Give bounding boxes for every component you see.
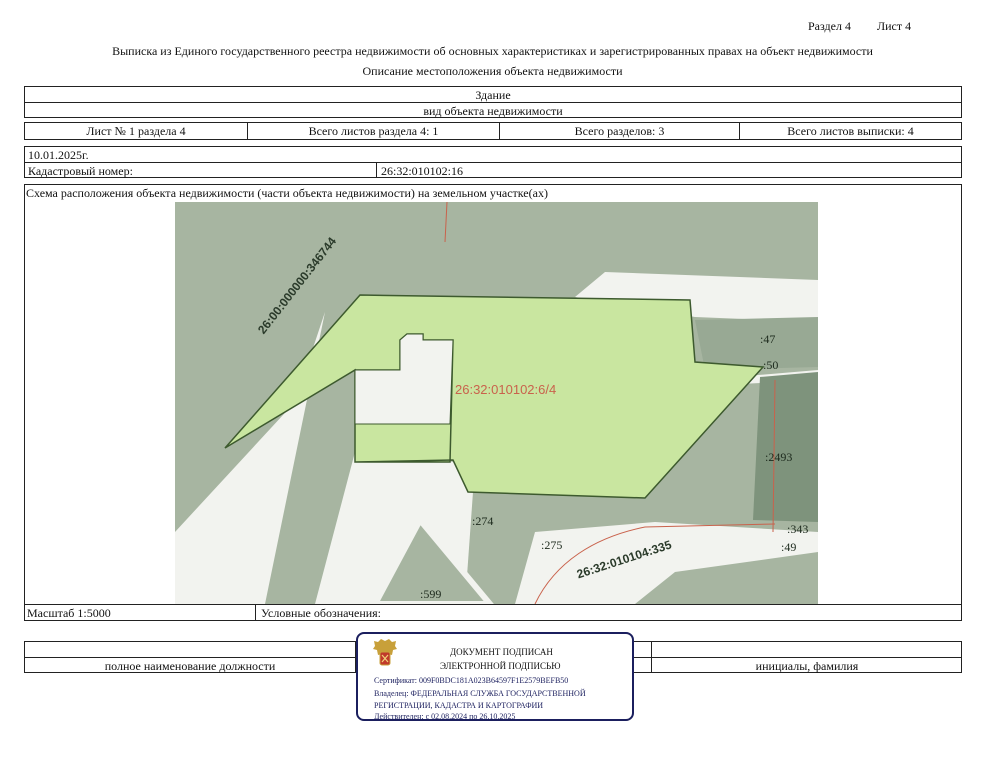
position-caption: полное наименование должности (104, 659, 276, 673)
label-47: :47 (760, 332, 776, 346)
legend-label: Условные обозначения: (261, 606, 382, 620)
object-type-table: Здание вид объекта недвижимости (24, 86, 962, 118)
cadastral-table: 10.01.2025г. Кадастровый номер: 26:32:01… (24, 146, 962, 178)
label-343: :343 (787, 522, 809, 536)
document-subtitle: Описание местоположения объекта недвижим… (362, 64, 623, 78)
extract-date: 10.01.2025г. (28, 148, 89, 162)
sheet-of-section: Лист № 1 раздела 4 (86, 123, 186, 138)
label-49: :49 (781, 540, 797, 554)
red-line-north (444, 202, 448, 243)
parcel-2493 (753, 372, 818, 522)
label-2493: :2493 (765, 450, 793, 464)
map-canvas (175, 202, 818, 604)
stamp-validity: Действителен: с 02.08.2024 по 26.10.2025 (374, 712, 516, 721)
road-west (175, 312, 325, 604)
double-headed-eagle-icon (373, 639, 397, 666)
document-title: Выписка из Единого государственного реес… (112, 44, 873, 58)
total-sections: Всего разделов: 3 (574, 123, 665, 138)
road-south (515, 522, 818, 604)
total-sheets-section: Всего листов раздела 4: 1 (308, 123, 439, 138)
scheme-caption: Схема расположения объекта недвижимости … (26, 186, 548, 200)
stamp-title-1: ДОКУМЕНТ ПОДПИСАН (450, 647, 553, 657)
label-274: :274 (472, 514, 494, 528)
stamp-owner-2: РЕГИСТРАЦИИ, КАДАСТРА И КАРТОГРАФИИ (374, 701, 544, 710)
cadastral-label: Кадастровый номер: (28, 164, 133, 178)
sheet-number: Лист 4 (877, 19, 912, 33)
sheet-info-row: Лист № 1 раздела 4 Всего листов раздела … (24, 122, 962, 140)
stamp-title-2: ЭЛЕКТРОННОЙ ПОДПИСЬЮ (440, 661, 561, 671)
initials-caption: инициалы, фамилия (755, 659, 859, 673)
location-map[interactable]: 26:32:010102:6/4 26:00:000000:346744 26:… (175, 202, 818, 604)
total-sheets: Всего листов выписки: 4 (787, 123, 914, 138)
section-number: Раздел 4 (808, 19, 851, 33)
electronic-signature-stamp: ДОКУМЕНТ ПОДПИСАН ЭЛЕКТРОННОЙ ПОДПИСЬЮ С… (356, 632, 634, 721)
main-parcel-label: 26:32:010102:6/4 (455, 382, 557, 397)
cadastral-number: 26:32:010102:16 (381, 164, 464, 178)
object-type-caption: вид объекта недвижимости (423, 104, 563, 118)
block-47 (695, 317, 818, 370)
label-275: :275 (541, 538, 563, 552)
label-50: :50 (763, 358, 779, 372)
object-type: Здание (475, 88, 511, 102)
stamp-certificate: Сертификат: 009F0BDC181A023B64597F1E2579… (374, 676, 569, 685)
label-599: :599 (420, 587, 442, 601)
stamp-owner-1: Владелец: ФЕДЕРАЛЬНАЯ СЛУЖБА ГОСУДАРСТВЕ… (374, 689, 586, 698)
map-scale: Масштаб 1:5000 (27, 606, 111, 620)
